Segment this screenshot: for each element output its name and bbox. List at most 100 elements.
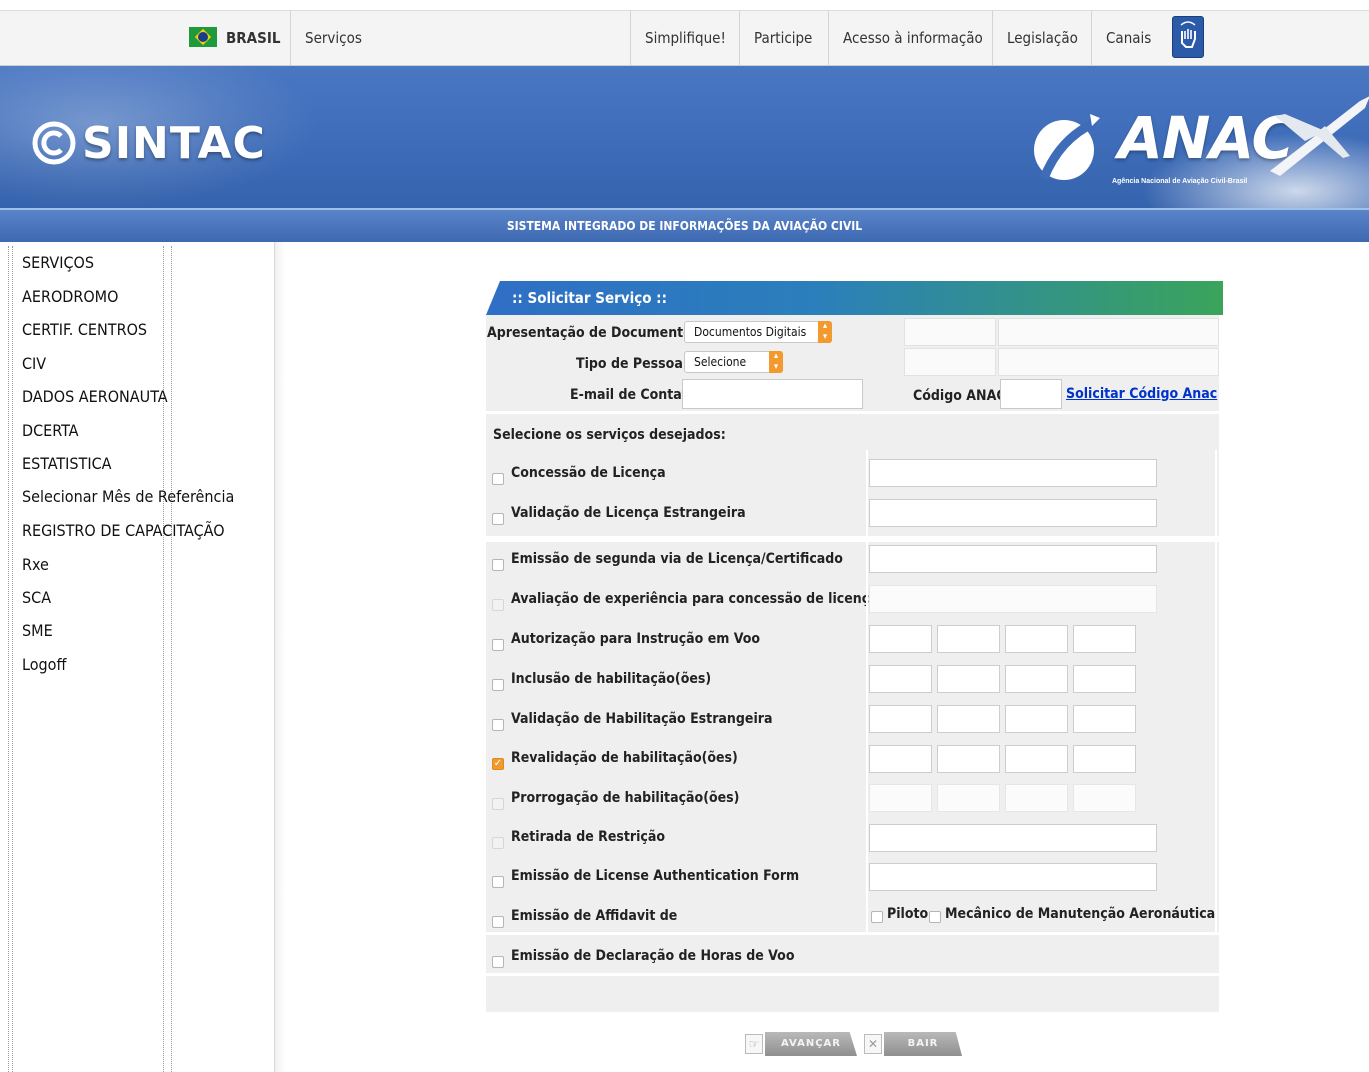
service-label-retirada-restricao: Retirada de Restrição	[511, 829, 666, 845]
input-validacao-habilitacao-1[interactable]	[869, 705, 932, 733]
service-label-revalidacao-habilitacao: Revalidação de habilitação(ões)	[511, 750, 738, 766]
service-label-concessao-licenca: Concessão de Licença	[511, 465, 666, 481]
input-inclusao-habilitacao-3[interactable]	[1005, 665, 1068, 693]
tipo-pessoa-selected-value: Selecione	[694, 355, 747, 369]
close-x-icon: ✕	[864, 1034, 882, 1054]
sidebar-item-sme[interactable]: SME	[22, 621, 53, 640]
sidebar-item-logoff[interactable]: Logoff	[22, 655, 66, 674]
gov-link-legislacao[interactable]: Legislação	[992, 11, 1092, 65]
input-revalidacao-habilitacao-4[interactable]	[1073, 745, 1136, 773]
sidebar-item-rxe[interactable]: Rxe	[22, 555, 49, 574]
sidebar-item-civ[interactable]: CIV	[22, 354, 46, 373]
accessibility-sign-language-icon[interactable]	[1172, 16, 1204, 58]
divider	[486, 411, 1219, 414]
checkbox-affidavit[interactable]	[492, 916, 504, 928]
checkbox-prorrogacao-habilitacao[interactable]	[492, 798, 504, 810]
service-label-license-authentication-form: Emissão de License Authentication Form	[511, 868, 800, 884]
divider	[486, 932, 1219, 935]
airplane-icon	[1270, 96, 1369, 176]
input-autorizacao-instrucao-2[interactable]	[937, 625, 1000, 653]
input-segunda-via[interactable]	[869, 545, 1157, 573]
gov-link-participe[interactable]: Participe	[739, 11, 826, 65]
sidebar-item-dcerta[interactable]: DCERTA	[22, 421, 78, 440]
checkbox-declaracao-horas-voo[interactable]	[492, 956, 504, 968]
sidebar-item-mes-referencia[interactable]: Selecionar Mês de Referência	[22, 487, 234, 506]
column-divider	[866, 450, 868, 935]
checkbox-affidavit-piloto[interactable]	[871, 911, 883, 923]
input-retirada-restricao[interactable]	[869, 824, 1157, 852]
sidebar-shadow	[275, 242, 285, 1072]
affidavit-option-piloto: Piloto	[887, 906, 929, 922]
anac-logo-subtitle: Agência Nacional de Aviação Civil-Brasil	[1112, 178, 1248, 185]
input-revalidacao-habilitacao-1[interactable]	[869, 745, 932, 773]
hand-pointer-icon: ☞	[745, 1034, 763, 1054]
sidebar-item-certif-centros[interactable]: CERTIF. CENTROS	[22, 320, 147, 339]
gov-top-bar: BRASIL Serviços Simplifique! Participe A…	[0, 10, 1369, 66]
input-revalidacao-habilitacao-2[interactable]	[937, 745, 1000, 773]
input-license-authentication-form[interactable]	[869, 863, 1157, 891]
service-label-affidavit: Emissão de Affidavit de	[511, 908, 678, 924]
input-avaliacao-experiencia[interactable]	[869, 585, 1157, 613]
checkbox-license-authentication-form[interactable]	[492, 876, 504, 888]
brasil-link[interactable]: BRASIL	[175, 11, 294, 65]
gov-link-servicos[interactable]: Serviços	[290, 11, 630, 65]
affidavit-option-mecanico: Mecânico de Manutenção Aeronáutica	[945, 906, 1216, 922]
input-autorizacao-instrucao-3[interactable]	[1005, 625, 1068, 653]
codigo-anac-label: Código ANAC:	[913, 388, 1011, 404]
gov-link-canais[interactable]: Canais	[1091, 11, 1165, 65]
checkbox-inclusao-habilitacao[interactable]	[492, 679, 504, 691]
sidebar-item-estatistica[interactable]: ESTATISTICA	[22, 454, 111, 473]
input-prorrogacao-habilitacao-4[interactable]	[1073, 784, 1136, 812]
sidebar-item-aerodromo[interactable]: AERODROMO	[22, 287, 118, 306]
email-input[interactable]	[682, 379, 863, 409]
brazil-flag-icon	[189, 26, 217, 47]
sair-button[interactable]: BAIR	[884, 1032, 962, 1056]
input-prorrogacao-habilitacao-3[interactable]	[1005, 784, 1068, 812]
tipo-pessoa-select[interactable]: Selecione ▴ ▾	[684, 351, 783, 373]
input-validacao-licenca-estrangeira[interactable]	[869, 499, 1157, 527]
empty-cell	[998, 318, 1219, 346]
codigo-anac-input[interactable]	[1000, 379, 1062, 409]
apresentacao-select[interactable]: Documentos Digitais ▴ ▾	[684, 321, 832, 343]
anac-swoosh-icon	[1034, 114, 1100, 180]
service-label-validacao-licenca-estrangeira: Validação de Licença Estrangeira	[511, 505, 746, 521]
input-prorrogacao-habilitacao-2[interactable]	[937, 784, 1000, 812]
input-concessao-licenca[interactable]	[869, 459, 1157, 487]
empty-cell	[998, 348, 1219, 376]
service-label-validacao-habilitacao-estrangeira: Validação de Habilitação Estrangeira	[511, 711, 773, 727]
input-revalidacao-habilitacao-3[interactable]	[1005, 745, 1068, 773]
input-inclusao-habilitacao-2[interactable]	[937, 665, 1000, 693]
sintac-logo[interactable]: SINTAC	[30, 108, 266, 178]
form-title: :: Solicitar Serviço ::	[486, 281, 1223, 315]
service-label-inclusao-habilitacao: Inclusão de habilitação(ões)	[511, 671, 712, 687]
checkbox-revalidacao-habilitacao[interactable]: ✓	[492, 758, 504, 770]
checkbox-retirada-restricao[interactable]	[492, 837, 504, 849]
solicitar-codigo-anac-link[interactable]: Solicitar Código Anac	[1066, 386, 1217, 402]
input-prorrogacao-habilitacao-1[interactable]	[869, 784, 932, 812]
sidebar-item-sca[interactable]: SCA	[22, 588, 51, 607]
checkbox-validacao-habilitacao-estrangeira[interactable]	[492, 719, 504, 731]
divider	[486, 536, 1219, 542]
checkbox-avaliacao-experiencia[interactable]	[492, 599, 504, 611]
input-inclusao-habilitacao-4[interactable]	[1073, 665, 1136, 693]
input-inclusao-habilitacao-1[interactable]	[869, 665, 932, 693]
sidebar-item-servicos[interactable]: SERVIÇOS	[22, 253, 94, 272]
checkbox-segunda-via[interactable]	[492, 559, 504, 571]
input-validacao-habilitacao-3[interactable]	[1005, 705, 1068, 733]
avancar-button[interactable]: AVANÇAR	[765, 1032, 857, 1056]
sidebar-item-dados-aeronauta[interactable]: DADOS AERONAUTA	[22, 387, 168, 406]
service-label-declaracao-horas-voo: Emissão de Declaração de Horas de Voo	[511, 948, 795, 964]
checkbox-concessao-licenca[interactable]	[492, 473, 504, 485]
input-validacao-habilitacao-4[interactable]	[1073, 705, 1136, 733]
checkbox-autorizacao-instrucao[interactable]	[492, 639, 504, 651]
checkbox-validacao-licenca-estrangeira[interactable]	[492, 513, 504, 525]
anac-logo[interactable]: ANAC Agência Nacional de Aviação Civil-B…	[1030, 86, 1369, 208]
input-autorizacao-instrucao-1[interactable]	[869, 625, 932, 653]
checkbox-affidavit-mecanico[interactable]	[929, 911, 941, 923]
sidebar-item-registro-capacitacao[interactable]: REGISTRO DE CAPACITAÇÃO	[22, 521, 225, 540]
gov-link-simplifique[interactable]: Simplifique!	[630, 11, 740, 65]
gov-link-acesso-informacao[interactable]: Acesso à informação	[828, 11, 997, 65]
input-autorizacao-instrucao-4[interactable]	[1073, 625, 1136, 653]
input-validacao-habilitacao-2[interactable]	[937, 705, 1000, 733]
tipo-pessoa-label: Tipo de Pessoa:*	[576, 356, 695, 372]
